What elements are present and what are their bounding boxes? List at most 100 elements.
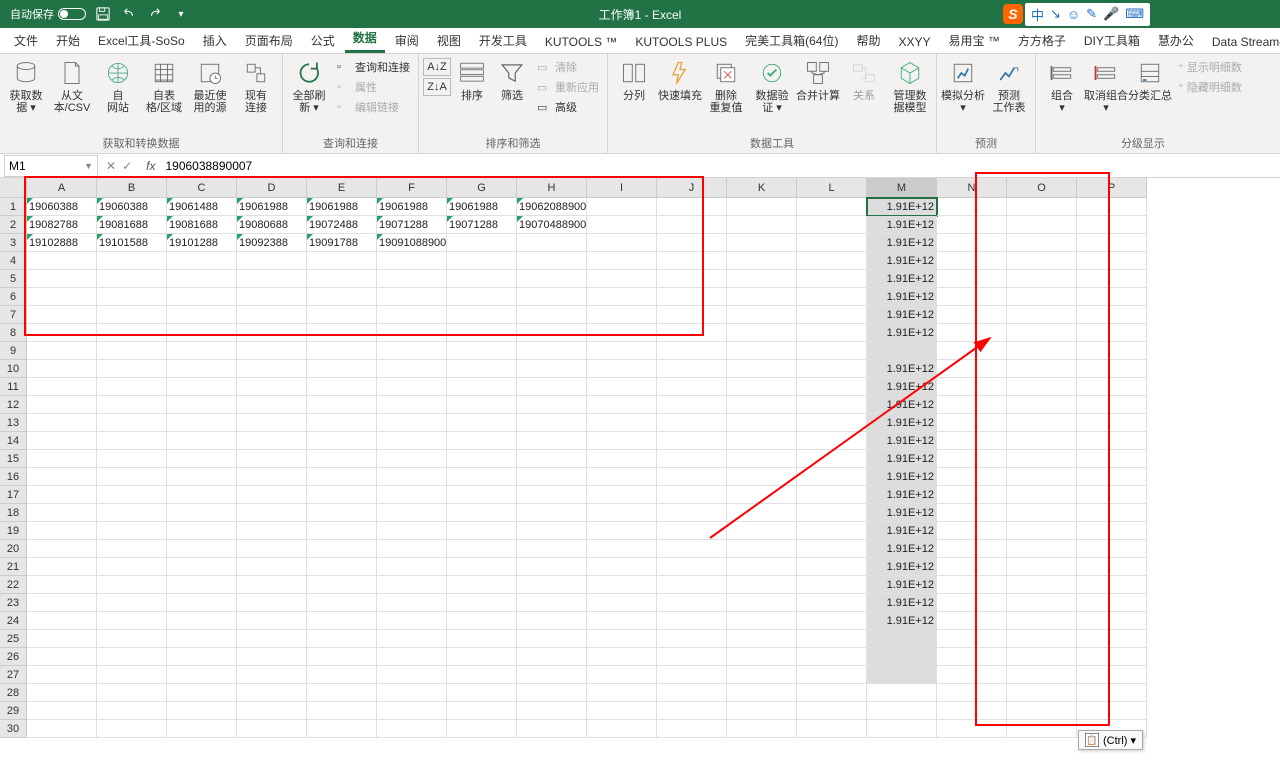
cell-G14[interactable] <box>447 432 517 450</box>
cell-A22[interactable] <box>27 576 97 594</box>
cell-M2[interactable]: 1.91E+12 <box>867 216 937 234</box>
cell-J14[interactable] <box>657 432 727 450</box>
cell-P10[interactable] <box>1077 360 1147 378</box>
cell-A12[interactable] <box>27 396 97 414</box>
cell-C20[interactable] <box>167 540 237 558</box>
cell-M26[interactable] <box>867 648 937 666</box>
ribbon-tab-8[interactable]: 视图 <box>429 28 469 53</box>
cell-M21[interactable]: 1.91E+12 <box>867 558 937 576</box>
sort-asc-button[interactable]: A↓Z <box>423 58 451 76</box>
cell-H10[interactable] <box>517 360 587 378</box>
cell-I13[interactable] <box>587 414 657 432</box>
cell-G11[interactable] <box>447 378 517 396</box>
cell-F20[interactable] <box>377 540 447 558</box>
cell-C22[interactable] <box>167 576 237 594</box>
cell-D27[interactable] <box>237 666 307 684</box>
cell-N17[interactable] <box>937 486 1007 504</box>
cell-B29[interactable] <box>97 702 167 720</box>
cell-J3[interactable] <box>657 234 727 252</box>
cell-H9[interactable] <box>517 342 587 360</box>
cell-H28[interactable] <box>517 684 587 702</box>
cell-A7[interactable] <box>27 306 97 324</box>
cell-K27[interactable] <box>727 666 797 684</box>
cell-D28[interactable] <box>237 684 307 702</box>
cell-B28[interactable] <box>97 684 167 702</box>
cell-P22[interactable] <box>1077 576 1147 594</box>
cell-H19[interactable] <box>517 522 587 540</box>
cell-P3[interactable] <box>1077 234 1147 252</box>
cell-N29[interactable] <box>937 702 1007 720</box>
cell-H18[interactable] <box>517 504 587 522</box>
cell-G22[interactable] <box>447 576 517 594</box>
cell-L3[interactable] <box>797 234 867 252</box>
cell-N7[interactable] <box>937 306 1007 324</box>
cell-L7[interactable] <box>797 306 867 324</box>
cell-I20[interactable] <box>587 540 657 558</box>
col-header-H[interactable]: H <box>517 178 587 198</box>
cell-I23[interactable] <box>587 594 657 612</box>
row-header-30[interactable]: 30 <box>0 720 27 738</box>
cell-J21[interactable] <box>657 558 727 576</box>
cell-J6[interactable] <box>657 288 727 306</box>
cell-K22[interactable] <box>727 576 797 594</box>
enter-icon[interactable]: ✓ <box>122 159 132 173</box>
filter-small-2[interactable]: ▭高级 <box>533 98 603 116</box>
cell-J22[interactable] <box>657 576 727 594</box>
sort-desc-button[interactable]: Z↓A <box>423 78 451 96</box>
cell-O1[interactable] <box>1007 198 1077 216</box>
cell-P1[interactable] <box>1077 198 1147 216</box>
cell-P14[interactable] <box>1077 432 1147 450</box>
col-header-B[interactable]: B <box>97 178 167 198</box>
cell-B19[interactable] <box>97 522 167 540</box>
cell-K20[interactable] <box>727 540 797 558</box>
datatools-btn-3[interactable]: 数据验 证 ▾ <box>750 56 794 114</box>
cell-E13[interactable] <box>307 414 377 432</box>
cell-L28[interactable] <box>797 684 867 702</box>
cell-H2[interactable]: 1907048890029 <box>517 216 587 234</box>
cell-G24[interactable] <box>447 612 517 630</box>
cell-C28[interactable] <box>167 684 237 702</box>
cell-I22[interactable] <box>587 576 657 594</box>
row-header-15[interactable]: 15 <box>0 450 27 468</box>
cell-L27[interactable] <box>797 666 867 684</box>
cell-O5[interactable] <box>1007 270 1077 288</box>
cell-L17[interactable] <box>797 486 867 504</box>
col-header-M[interactable]: M <box>867 178 937 198</box>
cell-G5[interactable] <box>447 270 517 288</box>
cell-M23[interactable]: 1.91E+12 <box>867 594 937 612</box>
cell-N13[interactable] <box>937 414 1007 432</box>
sogou-ime-icon[interactable]: S <box>1003 4 1023 24</box>
cell-J27[interactable] <box>657 666 727 684</box>
cell-M20[interactable]: 1.91E+12 <box>867 540 937 558</box>
cell-O14[interactable] <box>1007 432 1077 450</box>
cell-O2[interactable] <box>1007 216 1077 234</box>
cell-H12[interactable] <box>517 396 587 414</box>
cell-D9[interactable] <box>237 342 307 360</box>
cell-K21[interactable] <box>727 558 797 576</box>
cell-I19[interactable] <box>587 522 657 540</box>
cell-P15[interactable] <box>1077 450 1147 468</box>
cell-H23[interactable] <box>517 594 587 612</box>
cell-B26[interactable] <box>97 648 167 666</box>
cell-J12[interactable] <box>657 396 727 414</box>
cell-B24[interactable] <box>97 612 167 630</box>
ribbon-tab-4[interactable]: 页面布局 <box>237 28 301 53</box>
cell-K24[interactable] <box>727 612 797 630</box>
cell-E22[interactable] <box>307 576 377 594</box>
ribbon-tab-12[interactable]: 完美工具箱(64位) <box>737 28 846 53</box>
cell-O12[interactable] <box>1007 396 1077 414</box>
cell-O28[interactable] <box>1007 684 1077 702</box>
cell-L5[interactable] <box>797 270 867 288</box>
cell-J16[interactable] <box>657 468 727 486</box>
cell-G9[interactable] <box>447 342 517 360</box>
cell-J20[interactable] <box>657 540 727 558</box>
cell-O22[interactable] <box>1007 576 1077 594</box>
cell-O24[interactable] <box>1007 612 1077 630</box>
ribbon-tab-0[interactable]: 文件 <box>6 28 46 53</box>
col-header-G[interactable]: G <box>447 178 517 198</box>
paste-options-button[interactable]: 📋 (Ctrl) ▾ <box>1078 730 1143 750</box>
select-all-corner[interactable] <box>0 178 27 198</box>
cell-E24[interactable] <box>307 612 377 630</box>
cell-L20[interactable] <box>797 540 867 558</box>
cell-P19[interactable] <box>1077 522 1147 540</box>
